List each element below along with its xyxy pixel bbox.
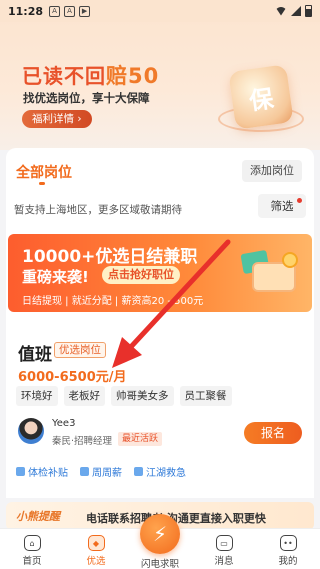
nav-item-featured[interactable]: ◆ 优选 <box>64 529 128 569</box>
nav-item-home[interactable]: ⌂ 首页 <box>0 529 64 569</box>
job-salary: 6000-6500元/月 <box>18 370 127 385</box>
status-time: 11:28 <box>8 4 44 18</box>
benefit-item: 体检补贴 <box>16 464 68 479</box>
apply-button[interactable]: 报名 <box>244 422 302 444</box>
benefit-item: 周周薪 <box>80 464 122 479</box>
status-bar: 11:28 A A ▶ <box>0 0 320 22</box>
add-job-button[interactable]: 添加岗位 <box>242 160 302 182</box>
nav-label: 优选 <box>86 556 106 567</box>
tip-badge: 小熊提醒 <box>16 510 60 523</box>
recruiter-avatar[interactable] <box>18 418 44 444</box>
hero-subtitle: 找优选岗位，享十大保障 <box>23 91 150 105</box>
filter-button[interactable]: 筛选 <box>258 194 306 218</box>
promo-title: 10000+优选日结兼职 <box>22 247 198 267</box>
tab-all-jobs[interactable]: 全部岗位 <box>16 162 72 182</box>
promo-features: 日结提现 | 就近分配 | 薪资高20 - 500元 <box>22 296 204 307</box>
perk-tag: 老板好 <box>63 386 105 406</box>
hero-title-main: 已读不回 <box>22 64 106 88</box>
nav-item-profile[interactable]: •• 我的 <box>256 529 320 569</box>
nav-label: 消息 <box>214 556 234 567</box>
wifi-icon <box>275 6 287 16</box>
a-icon: A <box>64 5 76 17</box>
promo-cta-button[interactable]: 点击抢好职位 <box>102 266 180 284</box>
perk-tag: 帅哥美女多 <box>111 386 174 406</box>
tab-underline <box>39 182 45 185</box>
hero-title-highlight: 赔50 <box>106 64 160 88</box>
nav-item-quick-apply-label: 闪电求职 <box>140 559 179 569</box>
premium-job-tag: 优选岗位 <box>54 342 106 358</box>
benefit-label: 江湖救急 <box>146 468 186 479</box>
recruiter-role: 秦民·招聘经理 <box>52 436 113 447</box>
perk-tag: 环境好 <box>16 386 58 406</box>
shield-icon: 保 <box>228 64 294 130</box>
benefit-label: 周周薪 <box>92 468 122 479</box>
hero-banner: 已读不回赔50 找优选岗位，享十大保障 福利详情 › 保 <box>0 0 320 150</box>
recently-active-badge: 最近活跃 <box>118 432 163 446</box>
home-icon: ⌂ <box>23 535 41 551</box>
filter-label: 筛选 <box>270 199 294 213</box>
job-perks: 环境好 老板好 帅哥美女多 员工聚餐 <box>16 386 232 406</box>
medical-icon <box>16 467 25 476</box>
lightning-icon[interactable]: ⚡ <box>140 514 180 554</box>
job-title: 值班 <box>18 345 52 365</box>
wallet-illustration <box>240 249 302 296</box>
benefit-label: 体检补贴 <box>28 468 68 479</box>
wallet-icon <box>80 467 89 476</box>
nav-item-messages[interactable]: ▭ 消息 <box>192 529 256 569</box>
region-notice: 暂支持上海地区，更多区域敬请期待 <box>14 204 182 216</box>
play-icon: ▶ <box>79 5 91 17</box>
profile-icon: •• <box>279 535 297 551</box>
promo-subtitle: 重磅来袭! <box>22 268 89 286</box>
signal-icon <box>291 6 301 16</box>
promo-banner[interactable]: 10000+优选日结兼职 重磅来袭! 点击抢好职位 日结提现 | 就近分配 | … <box>8 234 312 312</box>
diamond-icon: ◆ <box>87 535 105 551</box>
a-icon: A <box>49 5 61 17</box>
nav-label: 我的 <box>278 556 298 567</box>
job-benefits: 体检补贴 周周薪 江湖救急 <box>16 464 186 479</box>
benefit-item: 江湖救急 <box>134 464 186 479</box>
coin-icon <box>282 252 298 268</box>
hero-title: 已读不回赔50 <box>22 60 159 90</box>
help-icon <box>134 467 143 476</box>
benefit-details-button[interactable]: 福利详情 › <box>22 110 92 128</box>
nav-label: 首页 <box>22 556 42 567</box>
message-icon: ▭ <box>215 535 233 551</box>
filter-badge-dot <box>297 198 302 203</box>
job-card[interactable]: 值班 优选岗位 6000-6500元/月 环境好 老板好 帅哥美女多 员工聚餐 … <box>6 326 314 498</box>
battery-icon <box>305 5 312 17</box>
perk-tag: 员工聚餐 <box>179 386 232 406</box>
recruiter-name: Yee3 <box>52 418 76 429</box>
